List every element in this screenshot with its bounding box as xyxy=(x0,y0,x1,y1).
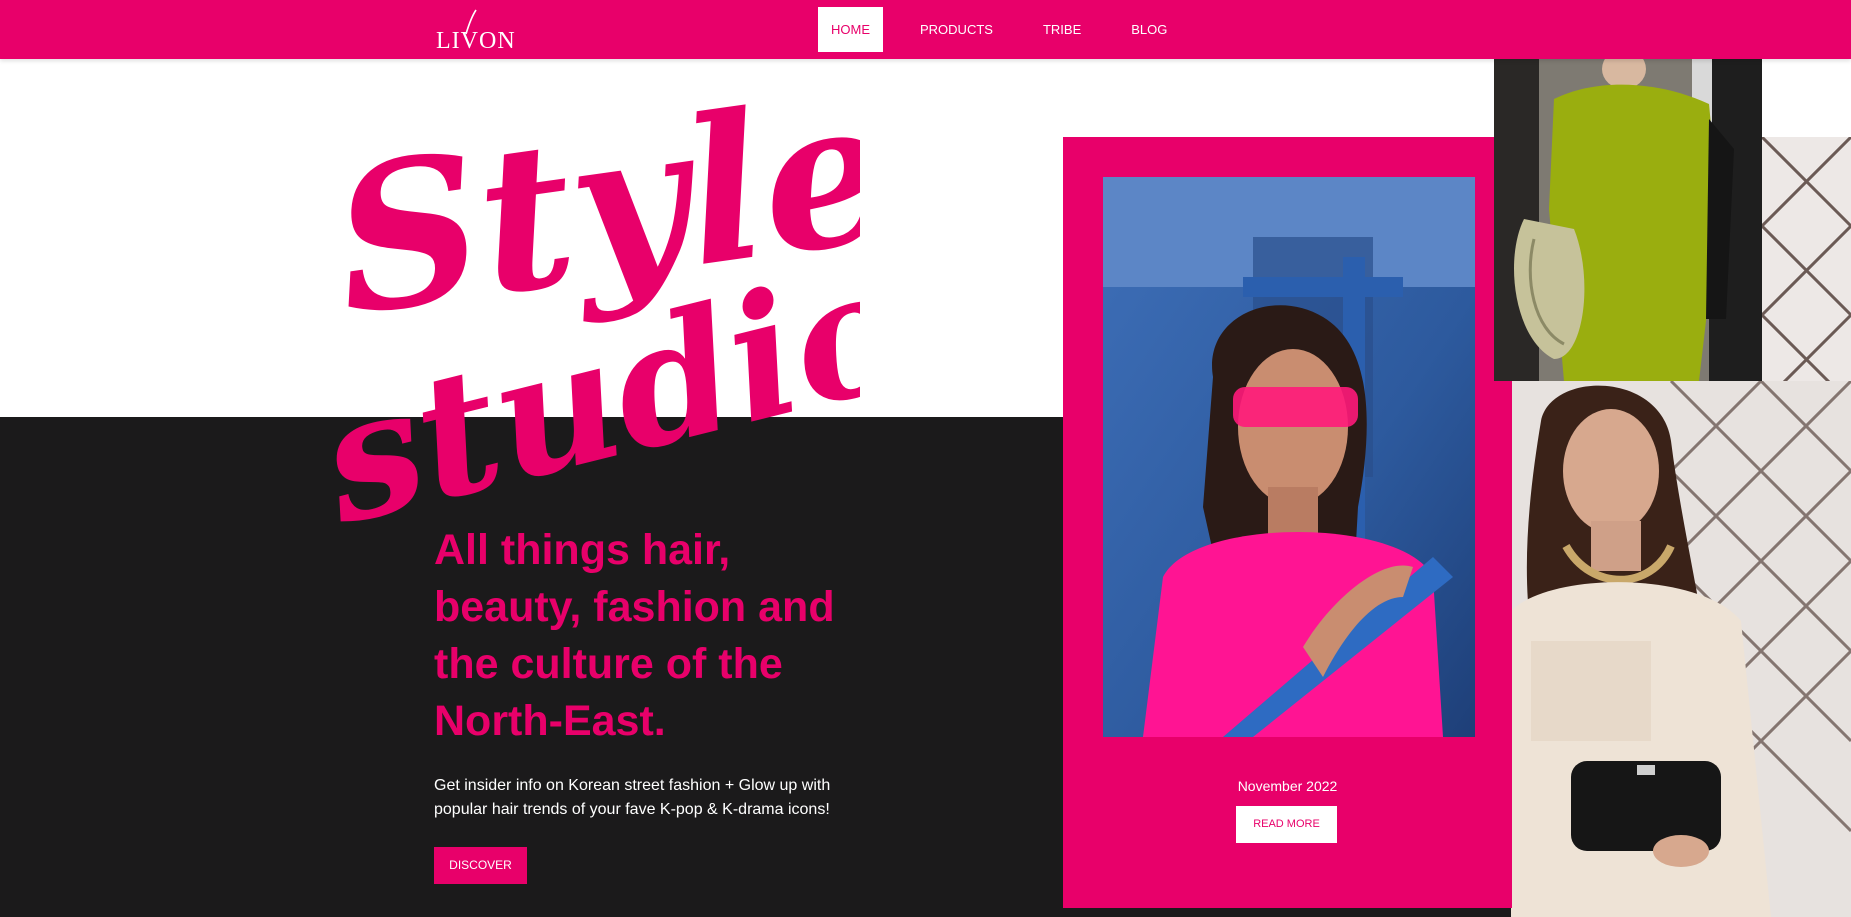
hero-headline: All things hair, beauty, fashion and the… xyxy=(434,526,835,745)
nav-item-home[interactable]: HOME xyxy=(818,7,883,52)
nav-item-blog[interactable]: BLOG xyxy=(1118,7,1180,52)
feature-date: November 2022 xyxy=(1237,778,1338,794)
photo-woman-ivory-outfit[interactable] xyxy=(1511,381,1851,917)
discover-button[interactable]: DISCOVER xyxy=(434,847,527,884)
style-studio-script-title: Style studio xyxy=(302,51,860,530)
feature-photo-woman-pink-sunglasses[interactable] xyxy=(1103,177,1475,737)
top-navbar: LIVON HOME PRODUCTS TRIBE BLOG xyxy=(0,0,1851,59)
photo-green-dress-model[interactable] xyxy=(1494,59,1762,381)
feature-card: November 2022 READ MORE xyxy=(1063,137,1512,908)
nav-item-tribe[interactable]: TRIBE xyxy=(1030,7,1094,52)
logo-text: LIVON xyxy=(436,28,516,54)
nav-item-products[interactable]: PRODUCTS xyxy=(907,7,1006,52)
livon-logo[interactable]: LIVON xyxy=(436,6,515,54)
nav-menu: HOME PRODUCTS TRIBE BLOG xyxy=(818,7,1204,52)
read-more-button[interactable]: READ MORE xyxy=(1236,806,1337,843)
hero-subtext: Get insider info on Korean street fashio… xyxy=(434,777,831,818)
